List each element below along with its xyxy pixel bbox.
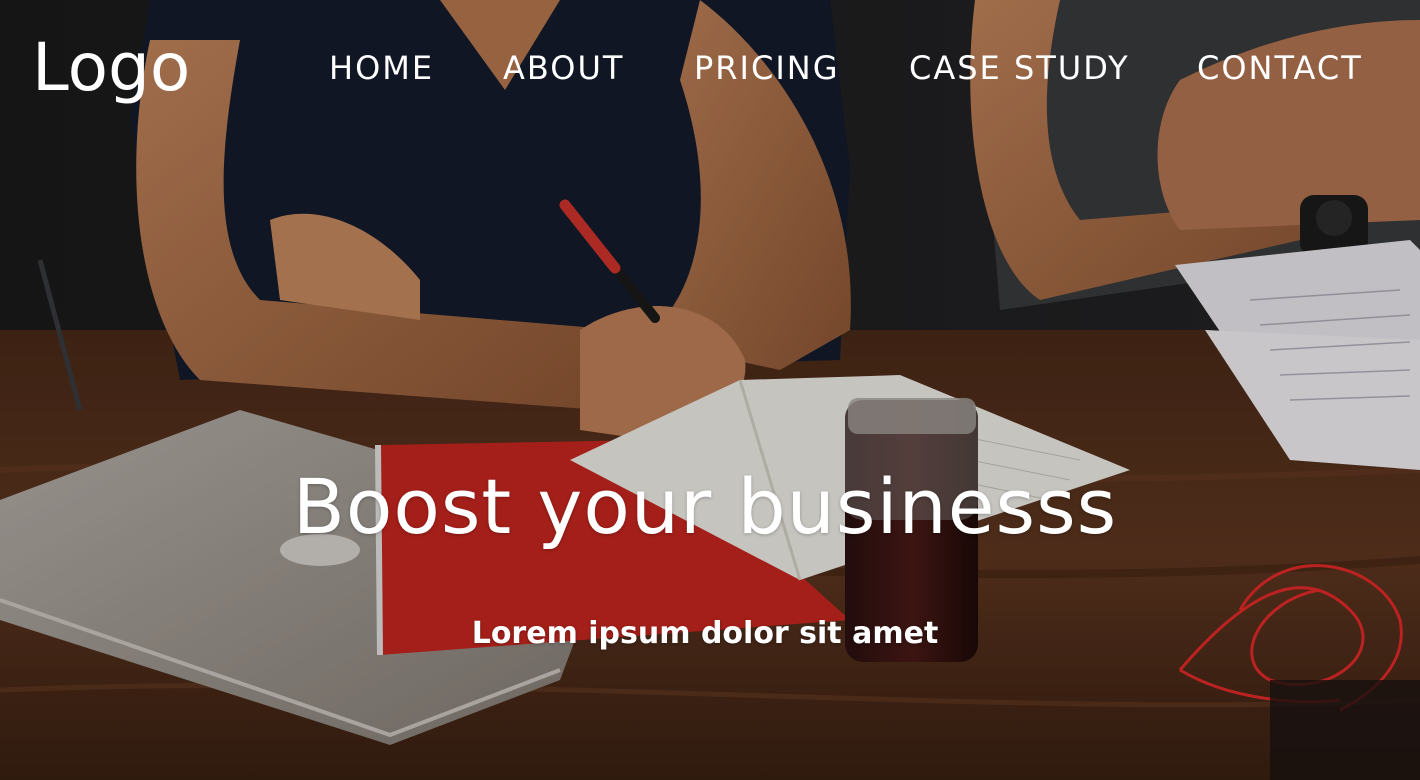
main-nav: HOME ABOUT PRICING CASE STUDY CONTACT <box>0 46 1420 90</box>
nav-about-link[interactable]: ABOUT <box>503 46 624 90</box>
hero-section: Logo HOME ABOUT PRICING CASE STUDY CONTA… <box>0 0 1420 780</box>
hero-headline: Boost your businesss <box>292 462 1118 551</box>
nav-case-study-link[interactable]: CASE STUDY <box>909 46 1130 90</box>
nav-home-link[interactable]: HOME <box>329 46 434 90</box>
hero-background-photo <box>0 0 1420 780</box>
nav-pricing-link[interactable]: PRICING <box>694 46 839 90</box>
nav-contact-link[interactable]: CONTACT <box>1197 46 1363 90</box>
hero-subheadline: Lorem ipsum dolor sit amet <box>471 616 939 651</box>
